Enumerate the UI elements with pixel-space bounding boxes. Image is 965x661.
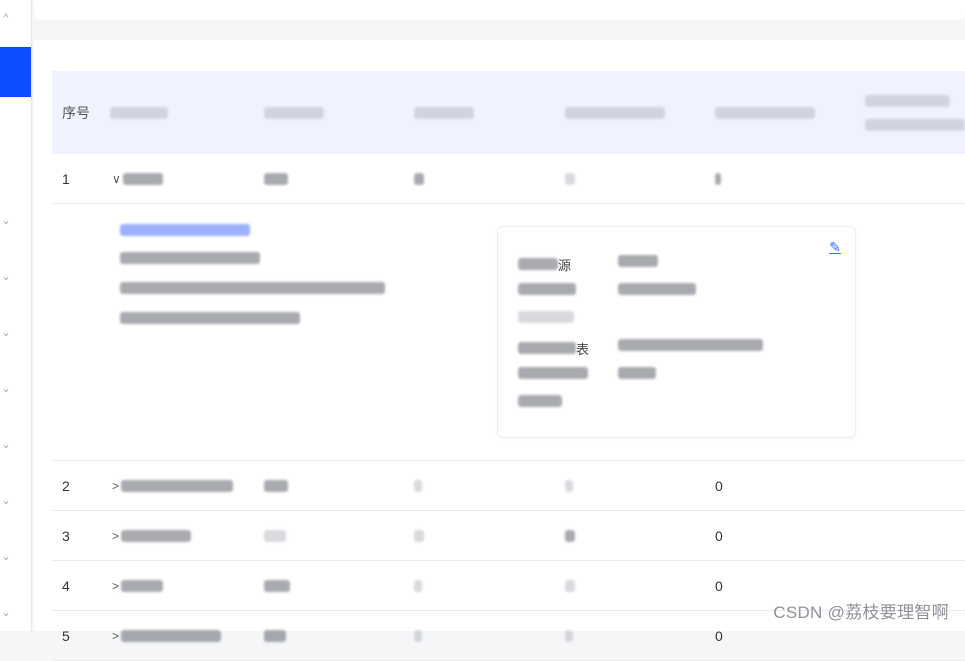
chevron-down-icon[interactable]: ⌄	[0, 215, 12, 227]
row-cell	[414, 611, 422, 660]
detail-label: 表	[518, 339, 589, 358]
top-card	[34, 0, 965, 20]
detail-label	[518, 311, 574, 326]
header-col3	[264, 71, 324, 154]
row-cell	[264, 611, 286, 660]
watermark: CSDN @荔枝要理智啊	[773, 603, 949, 622]
row-cell	[565, 561, 575, 610]
detail-value	[618, 339, 763, 354]
main-panel: 序号 1 ∨ ✎ 源 表 2 > 0 3 > 0 4 > 0 5 > 0	[34, 40, 965, 661]
header-name	[110, 71, 168, 154]
header-col5	[565, 71, 665, 154]
row-cell	[565, 154, 575, 203]
row-cell	[264, 154, 288, 203]
row-cell	[414, 154, 424, 203]
header-index: 序号	[62, 104, 90, 121]
row-name[interactable]: >	[112, 511, 192, 560]
row-index: 1	[62, 170, 70, 187]
header-col6	[715, 71, 815, 154]
detail-value	[618, 255, 658, 270]
row-index: 5	[62, 627, 70, 644]
header-col4	[414, 71, 474, 154]
chevron-down-icon[interactable]: ⌄	[0, 607, 12, 619]
row-cell	[565, 461, 573, 510]
table-row[interactable]: 3 > 0	[52, 511, 965, 561]
chevron-right-icon[interactable]: >	[112, 479, 119, 493]
detail-value	[618, 367, 656, 382]
detail-text	[120, 312, 300, 324]
chevron-right-icon[interactable]: >	[112, 579, 119, 593]
detail-label: 源	[518, 255, 571, 274]
row-index: 2	[62, 477, 70, 494]
chevron-down-icon[interactable]: ⌄	[0, 383, 12, 395]
row-last: 0	[715, 627, 723, 644]
detail-card: ✎ 源 表	[497, 226, 856, 438]
row-last: 0	[715, 527, 723, 544]
row-cell	[565, 611, 573, 660]
table-row[interactable]: 2 > 0	[52, 461, 965, 511]
row-cell	[715, 154, 721, 203]
row-name[interactable]: >	[112, 611, 222, 660]
detail-label	[518, 367, 588, 382]
chevron-down-icon[interactable]: ∨	[112, 172, 121, 186]
row-cell	[565, 511, 575, 560]
row-name[interactable]: >	[112, 461, 234, 510]
detail-label	[518, 395, 562, 410]
data-table: 序号 1 ∨ ✎ 源 表 2 > 0 3 > 0 4 > 0 5 > 0	[52, 71, 965, 661]
row-cell	[414, 561, 422, 610]
chevron-down-icon[interactable]: ⌄	[0, 551, 12, 563]
row-cell	[414, 461, 422, 510]
row-index: 3	[62, 527, 70, 544]
row-cell	[414, 511, 424, 560]
detail-text	[120, 252, 260, 264]
detail-value	[618, 283, 696, 298]
chevron-right-icon[interactable]: >	[112, 529, 119, 543]
chevron-down-icon[interactable]: ⌄	[0, 327, 12, 339]
chevron-down-icon[interactable]: ⌄	[0, 439, 12, 451]
edit-icon[interactable]: ✎	[827, 239, 843, 255]
detail-link[interactable]	[120, 224, 250, 236]
sidebar-active-item[interactable]	[0, 47, 31, 97]
row-cell	[264, 561, 290, 610]
row-name[interactable]: ∨	[112, 154, 163, 203]
chevron-up-icon[interactable]: ^	[0, 12, 12, 24]
detail-label	[518, 283, 576, 298]
table-header: 序号	[52, 71, 965, 154]
row-last: 0	[715, 577, 723, 594]
row-last: 0	[715, 477, 723, 494]
row-cell	[264, 511, 286, 560]
row-cell	[264, 461, 288, 510]
chevron-down-icon[interactable]: ⌄	[0, 271, 12, 283]
row-expanded-detail: ✎ 源 表	[52, 204, 965, 461]
row-index: 4	[62, 577, 70, 594]
left-sidebar: ^ ⌄ ⌄ ⌄ ⌄ ⌄ ⌄ ⌄ ⌄	[0, 0, 32, 631]
table-row[interactable]: 1 ∨	[52, 154, 965, 204]
detail-text	[120, 282, 385, 294]
row-name[interactable]: >	[112, 561, 164, 610]
chevron-down-icon[interactable]: ⌄	[0, 495, 12, 507]
header-col7	[865, 71, 965, 154]
